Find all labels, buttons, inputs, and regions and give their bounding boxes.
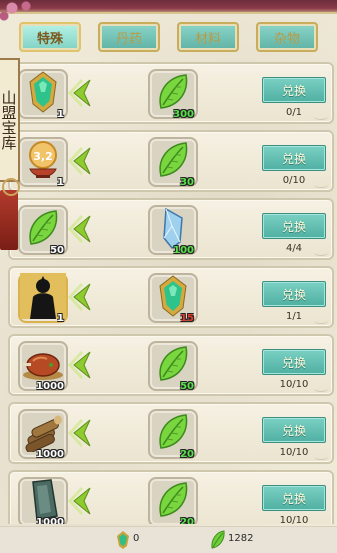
cost-item-count: 1 [57,177,64,188]
cloud-ornament-icon [314,182,328,188]
tab-label: 杂物 [273,31,300,47]
shop-title-banner: 山盟宝库 [0,58,20,182]
cost-item-slot[interactable]: 1000 [18,477,68,524]
reward-item-slot[interactable]: 100 [148,205,198,256]
reward-item-count: 300 [173,109,194,120]
tab-label: 材料 [194,31,221,47]
tab-misc[interactable]: 杂物 [256,22,318,52]
exchange-row: 1000 20 兑换 10/10 [8,402,334,464]
cost-item-count: 50 [50,245,64,256]
cost-item-slot[interactable]: 1000 [18,409,68,460]
blossom-decoration-icon [0,0,40,22]
jade-ornament-icon [117,531,129,549]
reward-item-slot[interactable]: 300 [148,69,198,120]
tab-label: 丹药 [115,31,142,47]
reward-item-count: 20 [180,517,194,524]
cost-item-slot[interactable]: 50 [18,205,68,256]
reward-item-count: 30 [180,177,194,188]
left-arrow-icon [67,214,92,244]
red-tassel-icon [0,178,20,250]
exchange-button[interactable]: 兑换 [262,349,326,375]
svg-text:3,2: 3,2 [33,150,53,163]
tab-materials[interactable]: 材料 [177,22,239,52]
cloud-ornament-icon [314,250,328,256]
exchange-row: 1000 50 兑换 10/10 [8,334,334,396]
cloud-ornament-icon [314,386,328,392]
reward-item-count: 20 [180,449,194,460]
jade-count: 0 [133,533,140,544]
left-arrow-icon [67,78,92,108]
reward-item-slot[interactable]: 20 [148,409,198,460]
reward-item-slot[interactable]: 20 [148,477,198,524]
reward-item-slot[interactable]: 30 [148,137,198,188]
cost-item-count: 1 [57,313,64,324]
exchange-button[interactable]: 兑换 [262,213,326,239]
reward-item-slot[interactable]: 50 [148,341,198,392]
cost-item-slot[interactable]: 1000 [18,341,68,392]
leaf-count: 1282 [228,533,254,544]
cost-item-slot[interactable]: 1 [18,69,68,120]
exchange-row: 1000 20 兑换 10/10 [8,470,334,524]
reward-item-slot[interactable]: 15 [148,273,198,324]
exchange-row: 1 15 兑换 1/1 [8,266,334,328]
cloud-ornament-icon [314,114,328,120]
cost-item-count: 1000 [36,381,64,392]
exchange-row: 50 100 兑换 4/4 [8,198,334,260]
exchange-button[interactable]: 兑换 [262,145,326,171]
left-arrow-icon [67,350,92,380]
exchange-button[interactable]: 兑换 [262,281,326,307]
cloud-ornament-icon [314,522,328,524]
tab-label: 特殊 [36,31,63,47]
reward-item-count: 100 [173,245,194,256]
tab-special[interactable]: 特殊 [19,22,81,52]
left-arrow-icon [67,486,92,516]
left-arrow-icon [67,282,92,312]
left-arrow-icon [67,146,92,176]
reward-item-count: 15 [180,313,194,324]
exchange-button[interactable]: 兑换 [262,417,326,443]
cost-item-count: 1000 [36,517,64,524]
top-decorative-strip [0,0,337,14]
tab-pills[interactable]: 丹药 [98,22,160,52]
exchange-button[interactable]: 兑换 [262,485,326,511]
green-leaf-icon [211,530,225,549]
exchange-row: 3,2 1 30 兑换 0/10 [8,130,334,192]
tab-bar: 特殊 丹药 材料 杂物 [0,22,337,54]
cost-item-count: 1 [57,109,64,120]
cost-item-slot[interactable]: 3,2 1 [18,137,68,188]
exchange-button[interactable]: 兑换 [262,77,326,103]
cloud-ornament-icon [314,318,328,324]
cost-item-slot[interactable]: 1 [18,273,68,324]
exchange-list[interactable]: 1 300 兑换 0/1 3,2 1 30 兑换 0/10 50 100 兑换 4/4 1 15 兑换 1/1 1… [8,62,334,524]
cloud-ornament-icon [314,454,328,460]
cost-item-count: 1000 [36,449,64,460]
exchange-row: 1 300 兑换 0/1 [8,62,334,124]
left-arrow-icon [67,418,92,448]
reward-item-count: 50 [180,381,194,392]
currency-footer: 0 1282 [0,526,337,553]
